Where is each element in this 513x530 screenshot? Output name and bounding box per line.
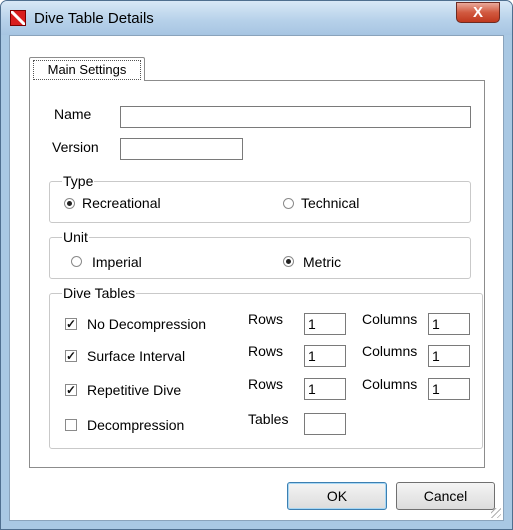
close-button[interactable]: X [456,2,500,23]
tab-main-settings-label: Main Settings [33,60,141,80]
repetitive-dive-rows-input[interactable]: 1 [304,378,346,400]
type-group-legend: Type [62,173,95,189]
checkbox-decompression[interactable] [65,419,77,431]
checkbox-surface-interval[interactable]: ✓ [65,350,77,362]
repetitive-dive-columns-input[interactable]: 1 [428,378,470,400]
title-bar[interactable]: Dive Table Details X [1,1,512,35]
checkbox-repetitive-dive[interactable]: ✓ [65,384,77,396]
no-decompression-columns-label: Columns [362,311,418,327]
radio-metric[interactable] [283,256,294,267]
surface-interval-columns-label: Columns [362,343,418,359]
window-title: Dive Table Details [34,10,154,27]
name-input[interactable] [120,106,471,128]
radio-technical[interactable] [283,198,294,209]
radio-recreational-label[interactable]: Recreational [82,195,161,211]
radio-imperial-label[interactable]: Imperial [92,254,142,270]
resize-grip[interactable] [491,508,501,518]
dive-tables-group-legend: Dive Tables [62,285,137,301]
decompression-tables-input[interactable] [304,413,346,435]
no-decompression-rows-input[interactable]: 1 [304,313,346,335]
no-decompression-columns-input[interactable]: 1 [428,313,470,335]
unit-group-legend: Unit [62,229,89,245]
repetitive-dive-columns-label: Columns [362,376,418,392]
no-decompression-rows-label: Rows [248,311,284,327]
surface-interval-columns-input[interactable]: 1 [428,345,470,367]
surface-interval-rows-label: Rows [248,343,284,359]
repetitive-dive-label[interactable]: Repetitive Dive [87,382,181,398]
version-label: Version [52,139,99,155]
decompression-tables-label: Tables [248,411,289,427]
ok-button[interactable]: OK [287,482,387,510]
checkbox-no-decompression[interactable]: ✓ [65,318,77,330]
app-icon [10,10,26,26]
no-decompression-label[interactable]: No Decompression [87,316,206,332]
name-label: Name [54,106,92,122]
surface-interval-label[interactable]: Surface Interval [87,348,185,364]
radio-recreational[interactable] [64,198,75,209]
tab-main-settings[interactable]: Main Settings [29,57,145,81]
version-input[interactable] [120,138,243,160]
repetitive-dive-rows-label: Rows [248,376,284,392]
cancel-button[interactable]: Cancel [396,482,495,510]
decompression-label[interactable]: Decompression [87,417,184,433]
surface-interval-rows-input[interactable]: 1 [304,345,346,367]
radio-imperial[interactable] [71,256,82,267]
radio-metric-label[interactable]: Metric [303,254,341,270]
radio-technical-label[interactable]: Technical [301,195,359,211]
